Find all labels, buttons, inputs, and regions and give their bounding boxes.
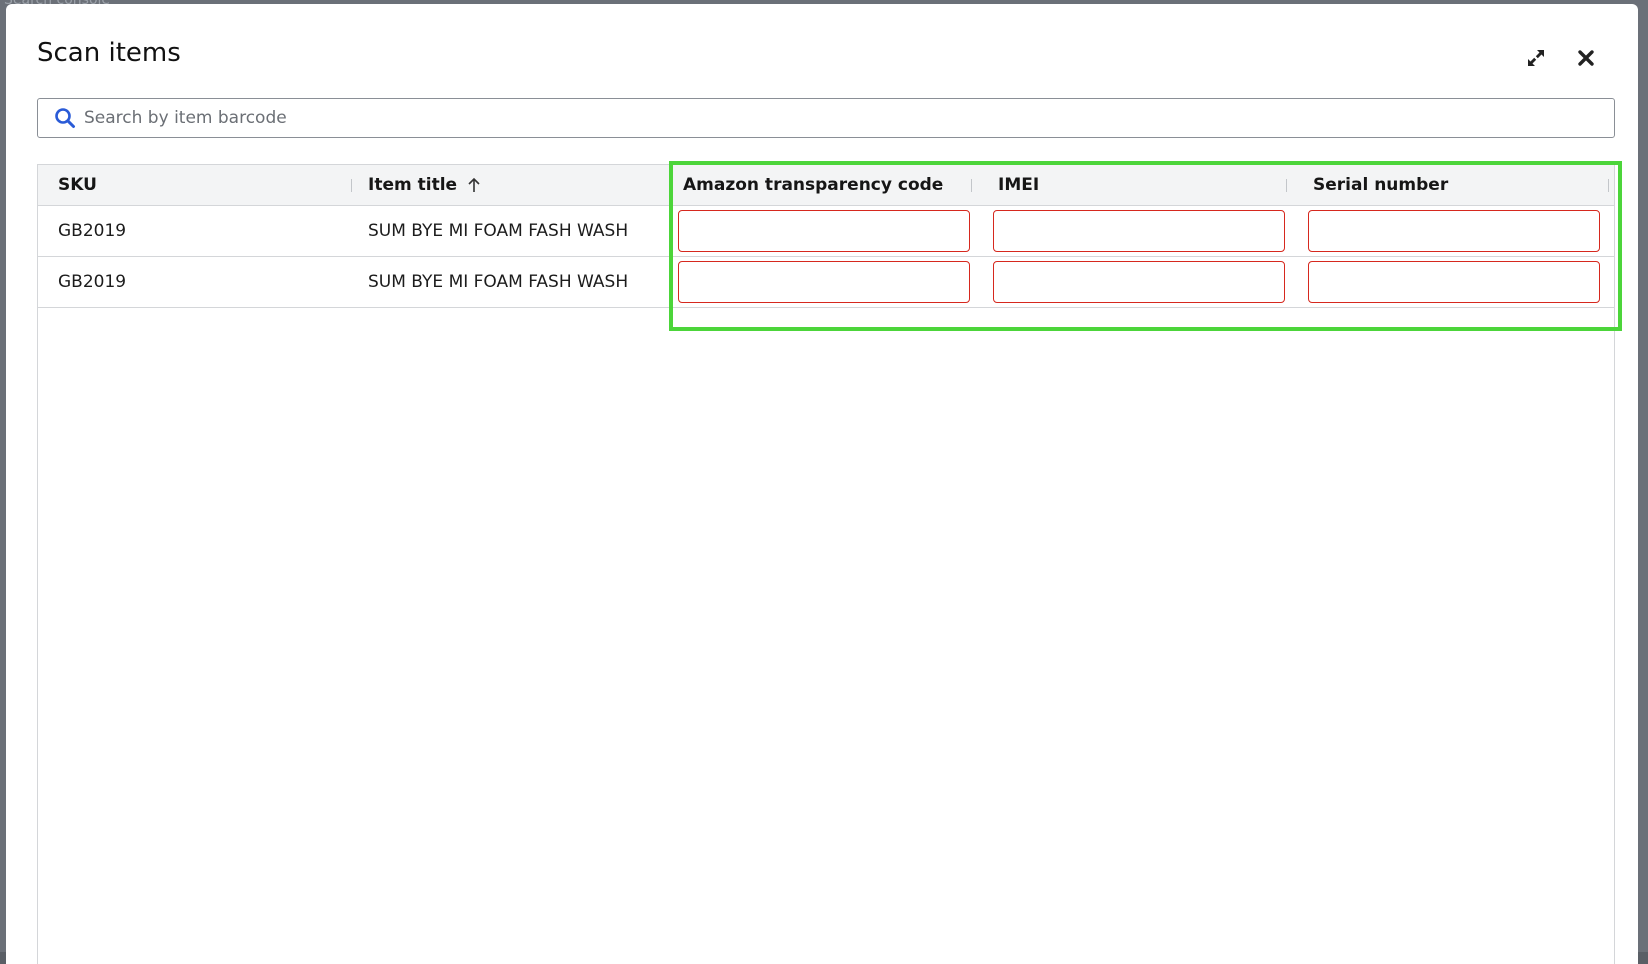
table-row: GB2019 SUM BYE MI FOAM FASH WASH <box>38 206 1614 257</box>
expand-button[interactable] <box>1522 44 1550 72</box>
search-input[interactable] <box>84 103 1614 133</box>
column-header-label: Amazon transparency code <box>683 175 944 195</box>
items-table: SKU Item title Amazon transparency code … <box>37 164 1615 964</box>
transparency-code-input[interactable] <box>678 261 970 303</box>
search-box[interactable] <box>37 98 1615 138</box>
column-header-serial-number[interactable]: Serial number <box>1313 165 1448 205</box>
item-title-cell: SUM BYE MI FOAM FASH WASH <box>368 272 629 292</box>
scan-items-modal: Scan items SKU Item title <box>6 4 1638 964</box>
modal-title: Scan items <box>37 38 181 68</box>
imei-input[interactable] <box>993 210 1285 252</box>
column-resize-handle[interactable] <box>1608 179 1609 192</box>
sku-cell: GB2019 <box>58 272 127 292</box>
column-header-label: Item title <box>368 175 458 195</box>
column-header-sku[interactable]: SKU <box>58 165 97 205</box>
sku-cell: GB2019 <box>58 221 127 241</box>
column-header-imei[interactable]: IMEI <box>998 165 1039 205</box>
serial-number-input[interactable] <box>1308 210 1600 252</box>
column-header-label: SKU <box>58 175 97 195</box>
column-resize-handle[interactable] <box>971 179 972 192</box>
column-resize-handle[interactable] <box>351 179 352 192</box>
column-header-transparency-code[interactable]: Amazon transparency code <box>683 165 943 205</box>
arrow-up-icon <box>468 177 480 192</box>
column-header-item-title[interactable]: Item title <box>368 165 481 205</box>
table-header: SKU Item title Amazon transparency code … <box>38 165 1614 206</box>
close-icon <box>1578 50 1594 66</box>
item-title-cell: SUM BYE MI FOAM FASH WASH <box>368 221 629 241</box>
imei-input[interactable] <box>993 261 1285 303</box>
column-header-label: Serial number <box>1313 175 1449 195</box>
close-button[interactable] <box>1572 44 1600 72</box>
column-header-label: IMEI <box>998 175 1040 195</box>
transparency-code-input[interactable] <box>678 210 970 252</box>
table-row: GB2019 SUM BYE MI FOAM FASH WASH <box>38 257 1614 308</box>
expand-icon <box>1528 50 1544 66</box>
search-icon <box>55 108 75 128</box>
serial-number-input[interactable] <box>1308 261 1600 303</box>
column-resize-handle[interactable] <box>1286 179 1287 192</box>
